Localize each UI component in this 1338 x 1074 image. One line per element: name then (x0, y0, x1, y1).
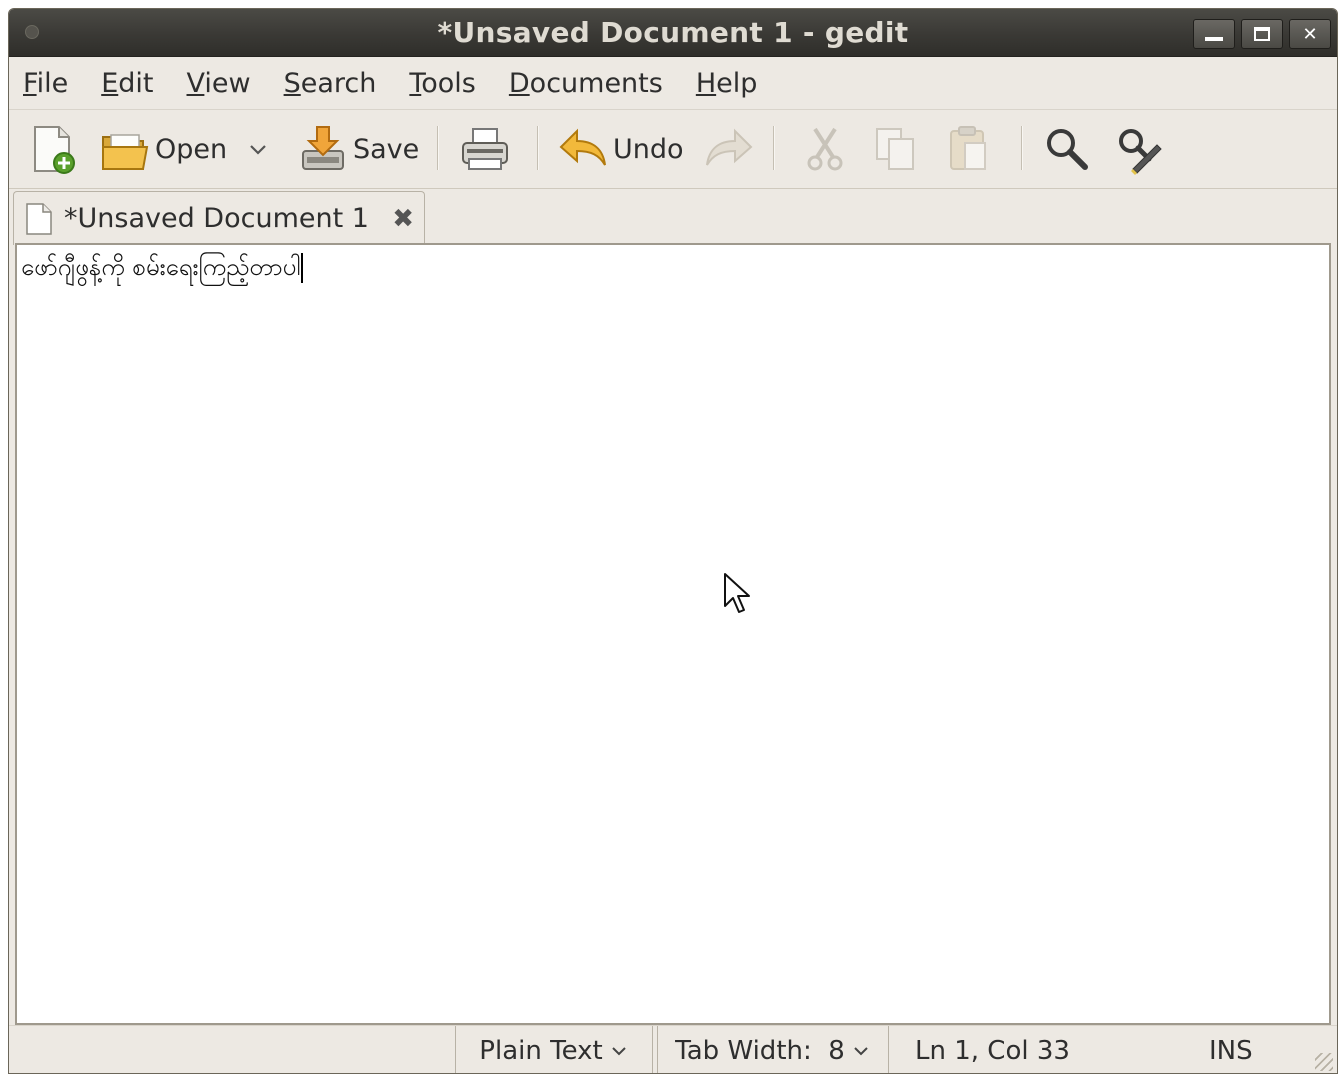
status-bar: Plain Text Tab Width: 8 Ln 1, Col 33 INS (9, 1025, 1337, 1073)
save-button[interactable]: Save (297, 120, 419, 178)
search-icon (1047, 129, 1088, 170)
open-label: Open (155, 133, 228, 165)
language-label: Plain Text (479, 1036, 603, 1066)
cursor-position: Ln 1, Col 33 (915, 1036, 1070, 1066)
menu-search-mnemonic: S (283, 67, 301, 99)
menu-tools[interactable]: Tools (409, 68, 476, 99)
toolbar-separator (773, 126, 775, 170)
open-button[interactable]: Open (99, 120, 227, 178)
tab-width-selector[interactable]: Tab Width: 8 (657, 1026, 889, 1073)
window-controls: ✕ (1193, 19, 1331, 49)
close-tab-icon[interactable]: ✖ (392, 204, 414, 234)
undo-label: Undo (613, 133, 684, 165)
tab-unsaved-document-1[interactable]: *Unsaved Document 1 ✖ (13, 191, 425, 245)
menu-documents[interactable]: Documents (509, 68, 663, 99)
menu-edit[interactable]: Edit (101, 68, 153, 99)
menu-edit-label: dit (118, 67, 154, 99)
maximize-button[interactable] (1241, 19, 1283, 49)
menu-file[interactable]: File (23, 68, 68, 99)
redo-icon (706, 128, 753, 166)
mouse-pointer-icon (724, 573, 750, 613)
minimize-button[interactable] (1193, 19, 1235, 49)
tab-label: *Unsaved Document 1 (64, 203, 369, 234)
resize-grip[interactable] (1315, 1053, 1333, 1071)
paste-button[interactable] (943, 120, 995, 178)
cut-button[interactable] (799, 120, 851, 178)
text-caret (301, 253, 304, 283)
save-icon (302, 126, 344, 170)
open-recent-dropdown[interactable] (247, 120, 269, 178)
find-replace-icon (1119, 129, 1162, 175)
insert-mode: INS (1209, 1036, 1253, 1066)
copy-icon (876, 128, 914, 170)
toolbar-separator (1021, 126, 1023, 170)
language-selector[interactable]: Plain Text (455, 1026, 653, 1073)
menu-view[interactable]: View (187, 68, 251, 99)
toolbar: Open Save Undo (9, 109, 1337, 189)
chevron-down-icon (854, 1047, 868, 1056)
menu-search[interactable]: Search (284, 68, 377, 99)
undo-icon (559, 128, 606, 166)
menu-edit-mnemonic: E (101, 67, 119, 99)
close-window-button[interactable]: ✕ (1289, 19, 1331, 49)
close-icon: ✕ (1302, 23, 1318, 45)
paste-icon (950, 126, 986, 170)
minimize-icon (1205, 37, 1223, 41)
menu-file-mnemonic: F (23, 67, 37, 99)
menu-file-label: ile (36, 67, 69, 99)
menu-search-label: earch (300, 67, 377, 99)
scissors-icon (807, 127, 843, 171)
document-tabs: *Unsaved Document 1 ✖ (9, 189, 1337, 245)
menu-help-label: elp (716, 67, 758, 99)
new-document-icon (34, 126, 75, 174)
menu-bar: File Edit View Search Tools Documents He… (9, 57, 1337, 109)
editor-content[interactable]: ဖော်ဂျီဖွန့်ကို စမ်းရေးကြည့်တာပါ (21, 249, 304, 285)
save-label: Save (353, 133, 420, 165)
copy-button[interactable] (869, 120, 921, 178)
menu-view-label: iew (204, 67, 251, 99)
maximize-icon (1254, 27, 1270, 41)
document-icon (26, 202, 52, 235)
chevron-down-icon (250, 145, 266, 155)
replace-button[interactable] (1113, 120, 1165, 178)
menu-help-mnemonic: H (695, 67, 717, 99)
folder-open-icon (102, 134, 149, 170)
title-bar[interactable]: *Unsaved Document 1 - gedit ✕ (9, 9, 1337, 57)
tab-width-label: Tab Width: 8 (675, 1036, 845, 1066)
chevron-down-icon (611, 1047, 626, 1056)
menu-tools-label: ools (421, 67, 476, 99)
editor-text: ဖော်ဂျီဖွန့်ကို စမ်းရေးကြည့်တာပါ (21, 253, 301, 281)
menu-help[interactable]: Help (696, 68, 758, 99)
menu-tools-mnemonic: T (409, 67, 422, 99)
undo-button[interactable]: Undo (557, 120, 684, 178)
toolbar-separator (437, 126, 439, 170)
print-button[interactable] (459, 120, 511, 178)
find-button[interactable] (1041, 120, 1093, 178)
printer-icon (462, 128, 508, 170)
redo-button[interactable] (703, 120, 755, 178)
toolbar-separator (537, 126, 539, 170)
menu-documents-label: ocuments (529, 67, 663, 99)
new-button[interactable] (27, 120, 79, 178)
menu-view-mnemonic: V (186, 67, 205, 99)
window-title: *Unsaved Document 1 - gedit (437, 16, 909, 49)
menu-documents-mnemonic: D (508, 67, 530, 99)
text-editor[interactable]: ဖော်ဂျီဖွန့်ကို စမ်းရေးကြည့်တာပါ (15, 243, 1331, 1025)
gedit-window: *Unsaved Document 1 - gedit ✕ File Edit … (8, 8, 1338, 1074)
